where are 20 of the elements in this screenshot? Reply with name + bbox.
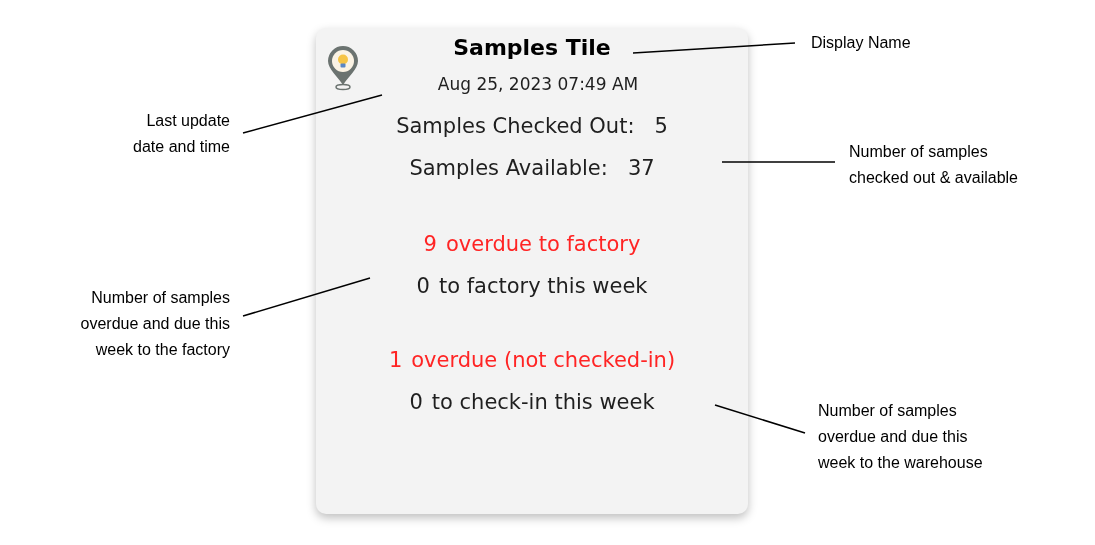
stat-value: 5 xyxy=(654,113,668,140)
annotation-text: Last update date and time xyxy=(133,111,230,157)
overdue-count: 9 xyxy=(423,231,437,258)
due-this-week-count: 0 xyxy=(409,389,423,416)
annotation-text: Number of samples overdue and due this week to the warehouse xyxy=(818,401,983,473)
lightbulb-pin-icon xyxy=(326,45,360,91)
tile-title: Samples Tile xyxy=(453,34,611,62)
due-this-week-label: to check-in this week xyxy=(431,389,655,416)
stat-value: 37 xyxy=(627,155,655,182)
annotation-text: Display Name xyxy=(811,33,911,53)
due-this-week-label: to factory this week xyxy=(438,273,648,300)
stat-label: Samples Available: xyxy=(409,155,608,182)
last-update-time: Aug 25, 2023 07:49 AM xyxy=(437,73,639,96)
overdue-label: overdue (not checked-in) xyxy=(411,347,676,374)
annotation-text: Number of samples checked out & available xyxy=(849,142,1018,188)
due-this-week-count: 0 xyxy=(416,273,430,300)
overdue-count: 1 xyxy=(388,347,403,374)
annotation-text: Number of samples overdue and due this week to the factory xyxy=(80,288,230,360)
overdue-label: overdue to factory xyxy=(446,231,641,258)
stat-label: Samples Checked Out: xyxy=(396,113,635,140)
